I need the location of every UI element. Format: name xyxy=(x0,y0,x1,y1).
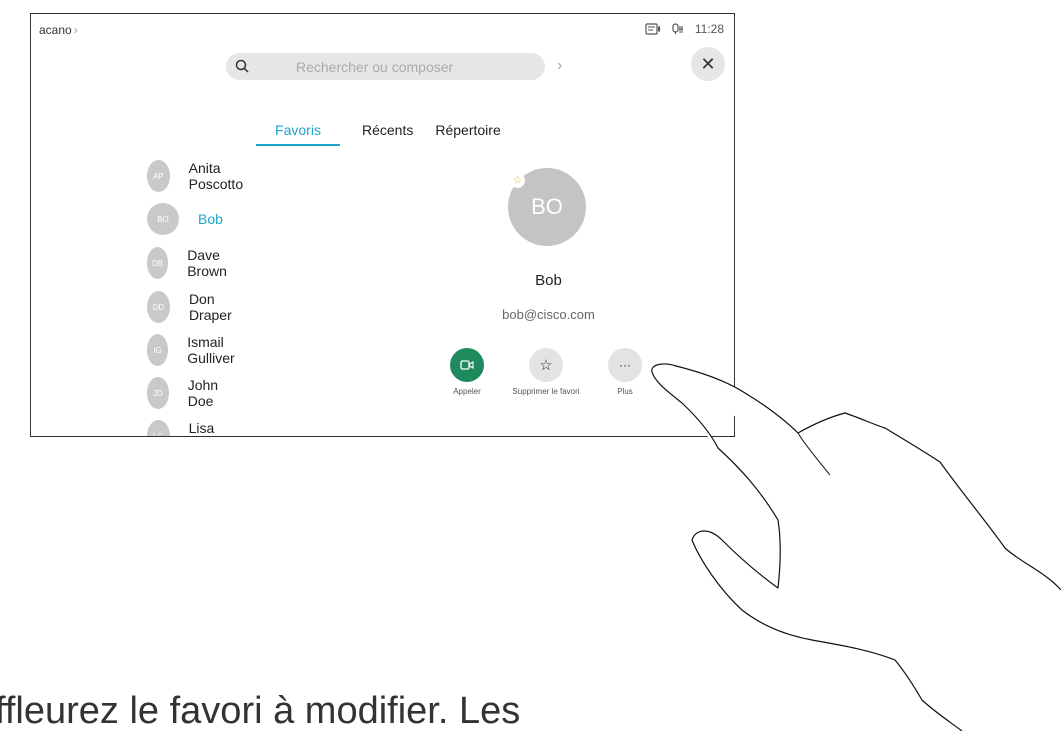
instruction-caption: ffleurez le favori à modifier. Les xyxy=(0,690,521,732)
hand-pointer-illustration xyxy=(651,363,1061,731)
